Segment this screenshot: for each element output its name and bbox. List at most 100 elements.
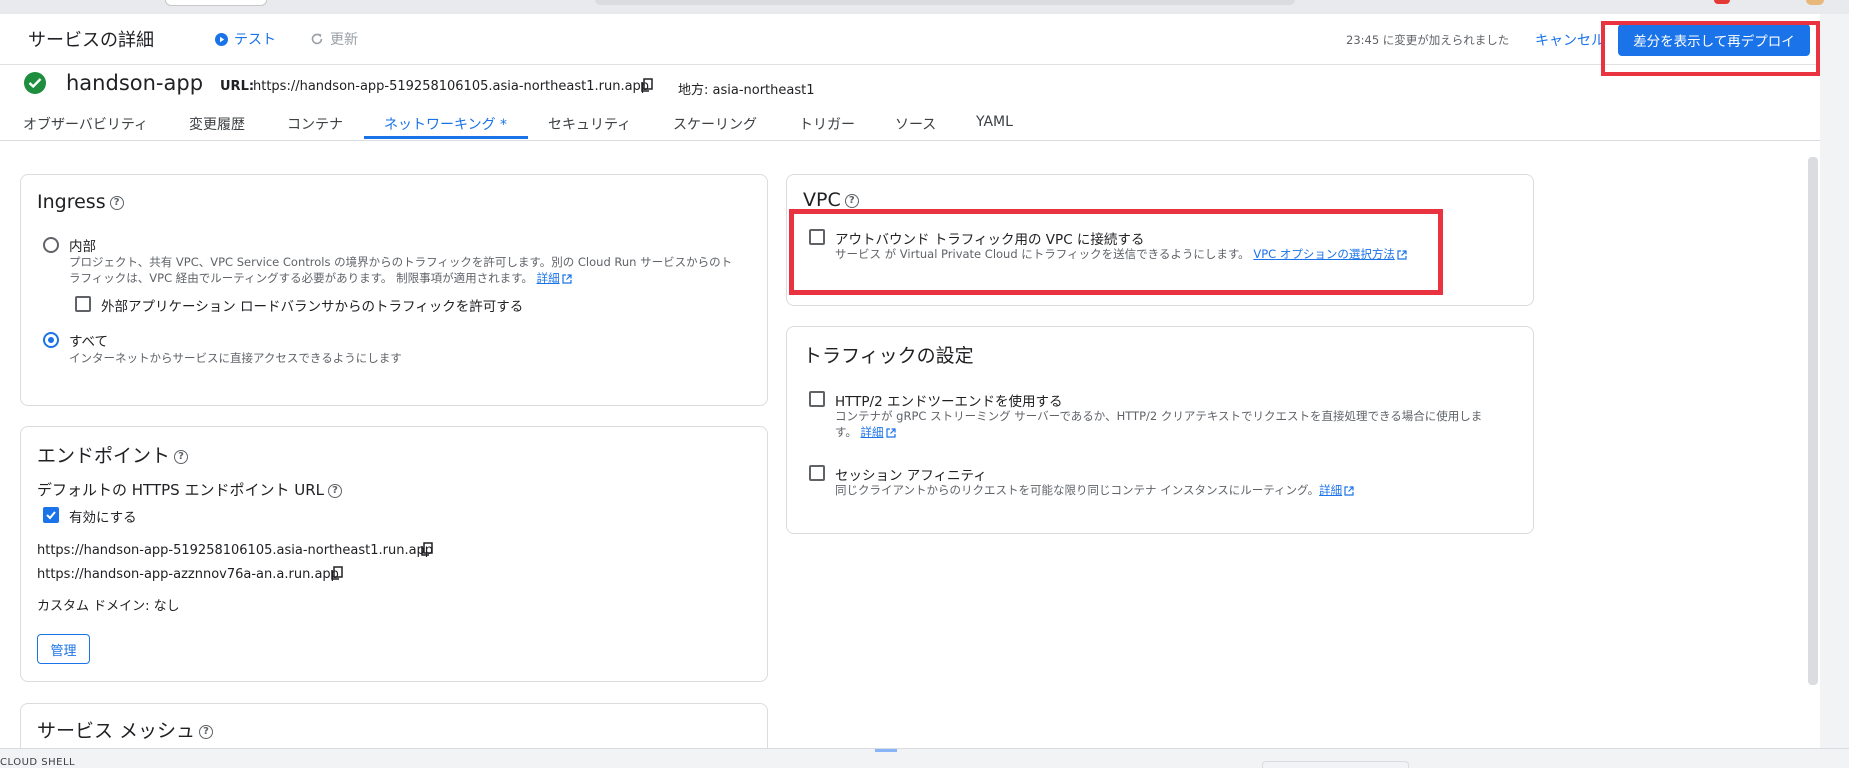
help-icon[interactable]: ? — [327, 483, 342, 498]
internal-desc-1: プロジェクト、共有 VPC、VPC Service Controls の境界から… — [69, 255, 733, 269]
http2-desc-1: コンテナが gRPC ストリーミング サーバーであるか、HTTP/2 クリアテキ… — [835, 409, 1483, 423]
radio-all[interactable] — [43, 332, 59, 348]
endpoints-card: エンドポイント? デフォルトの HTTPS エンドポイント URL? 有効にする… — [20, 426, 768, 682]
vpc-connect-desc: サービス が Virtual Private Cloud にトラフィックを送信で… — [835, 247, 1250, 261]
endpoint-url-2: https://handson-app-azznnov76a-an.a.run.… — [37, 567, 339, 582]
traffic-title: トラフィックの設定 — [803, 345, 974, 367]
affinity-desc: 同じクライアントからのリクエストを可能な限り同じコンテナ インスタンスにルーティ… — [835, 483, 1320, 497]
refresh-icon — [311, 33, 323, 45]
affinity-label: セッション アフィニティ — [835, 468, 987, 484]
copy-icon[interactable] — [420, 542, 434, 557]
service-details-panel: サービスの詳細 テスト 更新 23:45 に変更が加えられました キャンセル 差… — [0, 14, 1820, 748]
ingress-card: Ingress? 内部 プロジェクト、共有 VPC、VPC Service Co… — [20, 174, 768, 406]
tab-observability[interactable]: オブザーバビリティ — [23, 114, 148, 134]
copy-icon[interactable] — [640, 78, 654, 93]
browser-top-strip — [0, 0, 1849, 14]
scrollbar[interactable] — [1808, 157, 1818, 685]
http2-detail-link[interactable]: 詳細 — [861, 425, 884, 439]
checkbox-enable-endpoint[interactable] — [43, 507, 59, 523]
vpc-connect-desc-row: サービス が Virtual Private Cloud にトラフィックを送信で… — [835, 246, 1407, 262]
cancel-button[interactable]: キャンセル — [1535, 30, 1605, 50]
ingress-title-text: Ingress — [37, 191, 106, 213]
manage-button[interactable]: 管理 — [37, 634, 90, 664]
bottom-input-box[interactable] — [1262, 761, 1409, 768]
tab-scaling[interactable]: スケーリング — [673, 114, 757, 134]
tab-networking[interactable]: ネットワーキング * — [384, 114, 507, 134]
copy-icon[interactable] — [330, 566, 344, 581]
all-desc: インターネットからサービスに直接アクセスできるようにします — [69, 351, 402, 365]
resize-handle[interactable] — [875, 749, 897, 752]
tab-security[interactable]: セキュリティ — [548, 114, 631, 134]
internal-desc-2: ラフィックは、VPC 経由でルーティングする必要があります。 制限事項が適用され… — [69, 271, 533, 285]
mesh-title-text: サービス メッシュ — [37, 720, 196, 742]
tab-triggers[interactable]: トリガー — [799, 114, 855, 134]
checkbox-vpc-connect[interactable] — [809, 229, 825, 245]
notification-icon[interactable] — [1714, 0, 1730, 4]
internal-desc-2-row: ラフィックは、VPC 経由でルーティングする必要があります。 制限事項が適用され… — [69, 270, 572, 286]
url-label: URL: — [220, 79, 255, 94]
default-endpoint-title: デフォルトの HTTPS エンドポイント URL? — [37, 479, 342, 500]
http2-desc-2: す。 — [835, 425, 857, 439]
internal-label: 内部 — [69, 239, 96, 255]
mesh-title: サービス メッシュ? — [37, 716, 214, 743]
update-button[interactable]: 更新 — [310, 29, 358, 49]
checkbox-http2[interactable] — [809, 391, 825, 407]
page-title: サービスの詳細 — [28, 30, 154, 51]
vpc-title: VPC? — [803, 189, 859, 211]
vpc-title-text: VPC — [803, 189, 841, 211]
radio-internal[interactable] — [43, 237, 59, 253]
external-link-icon — [561, 273, 572, 284]
external-lb-label: 外部アプリケーション ロードバランサからのトラフィックを許可する — [101, 299, 524, 315]
tab-containers[interactable]: コンテナ — [287, 114, 343, 134]
traffic-settings-card: トラフィックの設定 HTTP/2 エンドツーエンドを使用する コンテナが gRP… — [786, 326, 1534, 534]
checkbox-external-lb[interactable] — [75, 296, 91, 312]
status-ok-icon — [24, 72, 46, 94]
vpc-options-link[interactable]: VPC オプションの選択方法 — [1253, 247, 1395, 261]
bottom-bar: CLOUD SHELL — [0, 748, 1849, 768]
help-icon[interactable]: ? — [174, 449, 189, 464]
update-label: 更新 — [330, 32, 358, 48]
endpoints-title-text: エンドポイント — [37, 445, 171, 467]
service-name: handson-app — [66, 71, 204, 95]
top-search-bar[interactable] — [595, 0, 1295, 5]
enable-label: 有効にする — [69, 510, 137, 526]
tab-revisions[interactable]: 変更履歴 — [189, 114, 245, 134]
test-label: テスト — [234, 32, 276, 48]
all-label: すべて — [69, 334, 109, 350]
external-link-icon — [885, 427, 896, 438]
redeploy-button[interactable]: 差分を表示して再デプロイ — [1618, 24, 1810, 56]
changed-timestamp: 23:45 に変更が加えられました — [1346, 33, 1510, 47]
tab-source[interactable]: ソース — [895, 114, 936, 134]
external-link-icon — [1397, 249, 1407, 260]
endpoints-title: エンドポイント? — [37, 441, 189, 468]
vpc-connect-label: アウトバウンド トラフィック用の VPC に接続する — [835, 232, 1145, 248]
page-header: サービスの詳細 テスト 更新 23:45 に変更が加えられました キャンセル 差… — [0, 14, 1820, 76]
ingress-title: Ingress? — [37, 191, 124, 213]
service-info-row: handson-app URL: https://handson-app-519… — [0, 65, 1820, 103]
cloud-shell-label[interactable]: CLOUD SHELL — [0, 757, 75, 768]
help-icon[interactable]: ? — [199, 724, 214, 739]
endpoint-url-1: https://handson-app-519258106105.asia-no… — [37, 543, 434, 558]
active-tab-indicator — [364, 136, 528, 139]
custom-domain: カスタム ドメイン: なし — [37, 599, 180, 614]
region-label: 地方: asia-northeast1 — [678, 83, 815, 98]
play-icon — [215, 32, 228, 46]
tab-yaml[interactable]: YAML — [976, 114, 1013, 130]
service-url[interactable]: https://handson-app-519258106105.asia-no… — [253, 79, 649, 94]
help-icon[interactable]: ? — [109, 195, 124, 210]
affinity-detail-link[interactable]: 詳細 — [1319, 483, 1342, 497]
help-icon[interactable]: ? — [844, 193, 859, 208]
affinity-desc-row: 同じクライアントからのリクエストを可能な限り同じコンテナ インスタンスにルーティ… — [835, 482, 1354, 498]
check-icon — [46, 511, 56, 520]
default-endpoint-title-text: デフォルトの HTTPS エンドポイント URL — [37, 481, 324, 499]
http2-desc-2-row: す。 詳細 — [835, 424, 896, 440]
external-link-icon — [1344, 485, 1354, 496]
checkbox-session-affinity[interactable] — [809, 465, 825, 481]
tab-bar: オブザーバビリティ 変更履歴 コンテナ ネットワーキング * セキュリティ スケ… — [0, 104, 1820, 141]
ingress-detail-link[interactable]: 詳細 — [537, 271, 560, 285]
test-button[interactable]: テスト — [215, 29, 276, 49]
service-mesh-card: サービス メッシュ? — [20, 703, 768, 748]
avatar[interactable] — [1806, 0, 1824, 5]
top-pill — [165, 0, 267, 6]
networking-content: Ingress? 内部 プロジェクト、共有 VPC、VPC Service Co… — [0, 141, 1820, 748]
